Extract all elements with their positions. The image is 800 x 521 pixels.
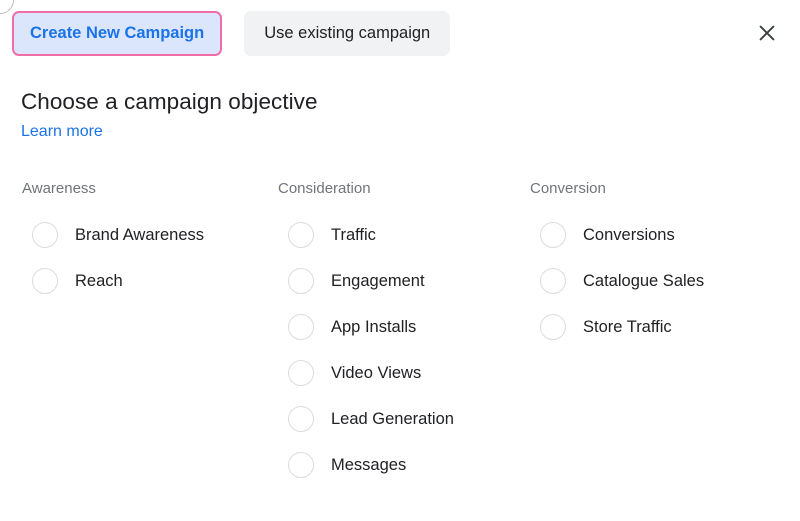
tab-use-existing-campaign-label: Use existing campaign <box>264 24 431 42</box>
objective-label-catalogue-sales: Catalogue Sales <box>583 271 705 290</box>
page-title: Choose a campaign objective <box>21 89 318 114</box>
tab-create-new-campaign-label: Create New Campaign <box>30 24 205 42</box>
objective-column-consideration: Consideration Traffic Engagement App Ins… <box>278 180 530 488</box>
objective-label-store-traffic: Store Traffic <box>583 317 672 336</box>
objective-label-video-views: Video Views <box>331 363 422 382</box>
campaign-mode-tab-bar: Create New Campaign Use existing campaig… <box>12 11 451 56</box>
radio-icon-video-views[interactable] <box>288 360 314 386</box>
radio-icon-conversions[interactable] <box>540 222 566 248</box>
radio-icon-brand-awareness[interactable] <box>32 222 58 248</box>
radio-icon-lead-generation[interactable] <box>288 406 314 432</box>
objective-option-conversions[interactable]: Conversions <box>530 212 780 258</box>
tab-use-existing-campaign[interactable]: Use existing campaign <box>244 11 451 56</box>
objective-option-traffic[interactable]: Traffic <box>278 212 530 258</box>
objective-option-catalogue-sales[interactable]: Catalogue Sales <box>530 258 780 304</box>
objective-label-lead-generation: Lead Generation <box>331 409 454 428</box>
objective-option-messages[interactable]: Messages <box>278 442 530 488</box>
radio-icon-store-traffic[interactable] <box>540 314 566 340</box>
objective-option-video-views[interactable]: Video Views <box>278 350 530 396</box>
objective-label-engagement: Engagement <box>331 271 425 290</box>
column-header-awareness: Awareness <box>22 180 96 197</box>
objective-option-app-installs[interactable]: App Installs <box>278 304 530 350</box>
radio-icon-catalogue-sales[interactable] <box>540 268 566 294</box>
objective-label-conversions: Conversions <box>583 225 675 244</box>
objective-column-awareness: Awareness Brand Awareness Reach <box>22 180 278 488</box>
column-header-consideration: Consideration <box>278 180 371 197</box>
radio-icon-app-installs[interactable] <box>288 314 314 340</box>
radio-icon-traffic[interactable] <box>288 222 314 248</box>
objective-label-messages: Messages <box>331 455 407 474</box>
objective-column-conversion: Conversion Conversions Catalogue Sales S… <box>530 180 780 488</box>
objective-option-store-traffic[interactable]: Store Traffic <box>530 304 780 350</box>
objective-label-brand-awareness: Brand Awareness <box>75 225 205 244</box>
learn-more-link[interactable]: Learn more <box>21 123 103 141</box>
objective-option-reach[interactable]: Reach <box>22 258 278 304</box>
objective-option-engagement[interactable]: Engagement <box>278 258 530 304</box>
close-button[interactable] <box>750 16 784 50</box>
radio-icon-messages[interactable] <box>288 452 314 478</box>
objective-option-brand-awareness[interactable]: Brand Awareness <box>22 212 278 258</box>
close-icon <box>757 23 777 43</box>
objective-columns: Awareness Brand Awareness Reach Consider… <box>22 180 782 488</box>
radio-icon-reach[interactable] <box>32 268 58 294</box>
objective-label-traffic: Traffic <box>331 225 376 244</box>
radio-icon-engagement[interactable] <box>288 268 314 294</box>
objective-label-app-installs: App Installs <box>331 317 417 336</box>
objective-option-lead-generation[interactable]: Lead Generation <box>278 396 530 442</box>
column-header-conversion: Conversion <box>530 180 606 197</box>
tab-create-new-campaign[interactable]: Create New Campaign <box>12 11 223 56</box>
objective-label-reach: Reach <box>75 271 123 290</box>
